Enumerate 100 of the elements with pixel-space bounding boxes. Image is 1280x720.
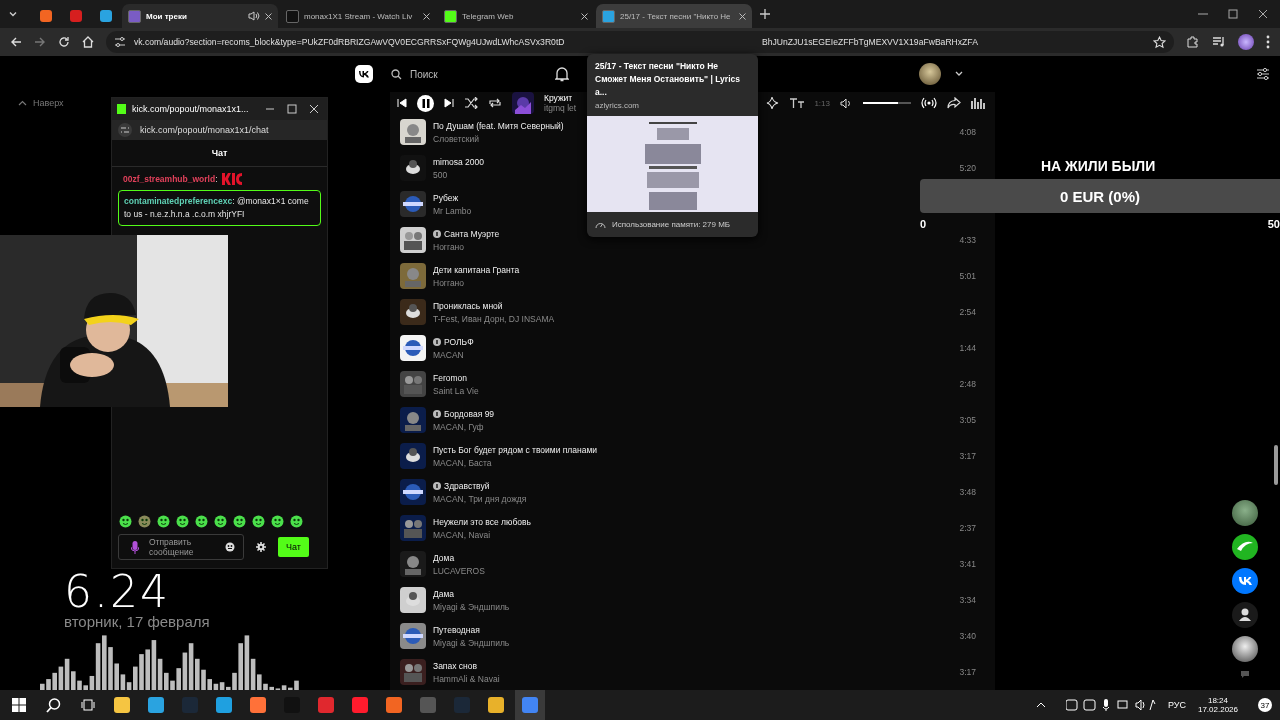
forward-icon[interactable]: [34, 36, 46, 48]
back-to-top-link[interactable]: Наверх: [0, 96, 64, 108]
speaker-icon[interactable]: [248, 11, 260, 21]
profile-avatar[interactable]: [1238, 34, 1254, 50]
avatar[interactable]: [919, 63, 941, 85]
menu-icon[interactable]: [1266, 35, 1270, 49]
caret-up-icon: [18, 100, 27, 106]
previous-icon[interactable]: [397, 98, 407, 108]
bell-icon[interactable]: [555, 66, 569, 82]
search-icon: [391, 68, 402, 80]
emote-icon[interactable]: [252, 515, 265, 528]
broadcast-icon[interactable]: [921, 97, 937, 109]
emoji-icon[interactable]: [225, 542, 235, 552]
chevron-down-icon[interactable]: [955, 71, 963, 77]
new-tab-icon[interactable]: [760, 9, 770, 19]
emote-icon[interactable]: [214, 515, 227, 528]
track-artist: itgmq let: [544, 103, 577, 113]
avatar[interactable]: [1232, 636, 1258, 662]
browser-tab[interactable]: 25/17 - Текст песни "Никто Не: [596, 4, 752, 28]
extensions-icon[interactable]: [1186, 35, 1200, 49]
language-indicator[interactable]: РУС: [1167, 700, 1186, 710]
track-title: Дама: [433, 588, 455, 599]
gauge-icon: [595, 220, 606, 229]
vk-logo-icon[interactable]: [355, 65, 373, 83]
close-icon[interactable]: [1258, 9, 1268, 19]
equalizer-icon[interactable]: [971, 97, 985, 109]
track-duration: 3:40: [959, 631, 976, 641]
user-icon[interactable]: [1232, 602, 1258, 628]
chevron-up-icon[interactable]: [1035, 702, 1046, 708]
emote-icon[interactable]: [271, 515, 284, 528]
tab-search-icon[interactable]: [8, 9, 18, 19]
goal-max: 50: [1267, 218, 1280, 230]
track-duration: 4:33: [959, 235, 976, 245]
microphone-icon[interactable]: [131, 540, 139, 554]
repeat-icon[interactable]: [488, 97, 502, 109]
emote-icon[interactable]: [195, 515, 208, 528]
notification-badge[interactable]: 37: [1258, 698, 1272, 712]
emote-icon[interactable]: [157, 515, 170, 528]
track-artist: Ноггано: [433, 241, 466, 252]
emote-icon[interactable]: [290, 515, 303, 528]
tray-icons-drawing[interactable]: [1065, 699, 1156, 711]
track-artist: LUCAVEROS: [433, 565, 486, 576]
back-icon[interactable]: [10, 36, 22, 48]
browser-tab[interactable]: Мои треки: [122, 4, 278, 28]
close-icon[interactable]: [265, 12, 272, 20]
settings-icon[interactable]: [256, 542, 266, 552]
track-title: Feromon: [433, 372, 467, 383]
site-info-icon[interactable]: [118, 123, 132, 137]
track-artist: Словетский: [433, 133, 481, 144]
address-field[interactable]: vk.com/audio?section=recoms_block&type=PUkZF0dRBRIZGAwVQV0ECGRRSxFQWg4UJwdLWhcASVx3R0tD BhJUnZJU1sEGEIeZFFbTgMEXVV1X19aFwBaRHxZFA: [106, 31, 1174, 53]
track-duration: 5:20: [959, 163, 976, 173]
track-title: РОЛЬФ: [444, 336, 474, 347]
track-artist: Miyagi & Эндшпиль: [433, 637, 511, 648]
search-field[interactable]: Поиск: [387, 63, 541, 85]
next-icon[interactable]: [444, 98, 454, 108]
pause-button[interactable]: [417, 94, 434, 112]
track-title: Рубеж: [433, 192, 459, 203]
chat-bubble-icon[interactable]: [1240, 670, 1250, 679]
emote-icon[interactable]: [233, 515, 246, 528]
search-icon[interactable]: [46, 697, 61, 713]
chat-message: 00zf_streamhub_world:: [118, 172, 321, 186]
track-duration: 3:17: [959, 451, 976, 461]
close-icon[interactable]: [581, 12, 588, 20]
message-field[interactable]: Отправить сообщение: [118, 534, 244, 560]
chat-send-button[interactable]: Чат: [278, 537, 309, 557]
share-icon[interactable]: [947, 97, 961, 109]
track-title: Неужели это все любовь: [433, 516, 531, 527]
home-icon[interactable]: [82, 36, 94, 48]
text-size-icon[interactable]: [790, 98, 805, 108]
task-view-icon[interactable]: [81, 698, 95, 712]
track-title: Путеводная: [433, 624, 480, 635]
track-title: Прониклась мной: [433, 300, 503, 311]
volume-icon[interactable]: [840, 97, 853, 109]
close-icon[interactable]: [309, 104, 319, 114]
media-icon[interactable]: [1212, 35, 1226, 49]
track-duration: 3:34: [959, 595, 976, 605]
settings-sliders-icon[interactable]: [1256, 67, 1270, 81]
emote-icon[interactable]: [119, 515, 132, 528]
site-info-icon: [114, 36, 126, 48]
track-duration: 3:05: [959, 415, 976, 425]
vk-logo-icon[interactable]: [1232, 568, 1258, 594]
scrollbar-thumb[interactable]: [1274, 445, 1278, 485]
browser-tab[interactable]: Telegram Web: [438, 4, 594, 28]
emote-icon[interactable]: [176, 515, 189, 528]
window-title: kick.com/popout/monax1x1...: [132, 104, 250, 114]
bookmark-star-icon[interactable]: [1153, 35, 1166, 49]
kick-logo-icon: [117, 104, 126, 114]
avatar[interactable]: [1232, 500, 1258, 526]
browser-tab[interactable]: monax1X1 Stream - Watch Liv: [280, 4, 436, 28]
close-icon[interactable]: [423, 12, 430, 20]
sparkle-icon[interactable]: [766, 96, 781, 110]
emote-icon[interactable]: [138, 515, 151, 528]
maximize-icon[interactable]: [287, 104, 297, 114]
leaf-app-icon[interactable]: [1232, 534, 1258, 560]
track-title: Запах снов: [433, 660, 477, 671]
windows-start-icon[interactable]: [12, 698, 26, 712]
maximize-icon[interactable]: [1228, 9, 1238, 19]
shuffle-icon[interactable]: [464, 97, 478, 109]
reload-icon[interactable]: [58, 36, 70, 48]
close-icon[interactable]: [739, 12, 746, 20]
